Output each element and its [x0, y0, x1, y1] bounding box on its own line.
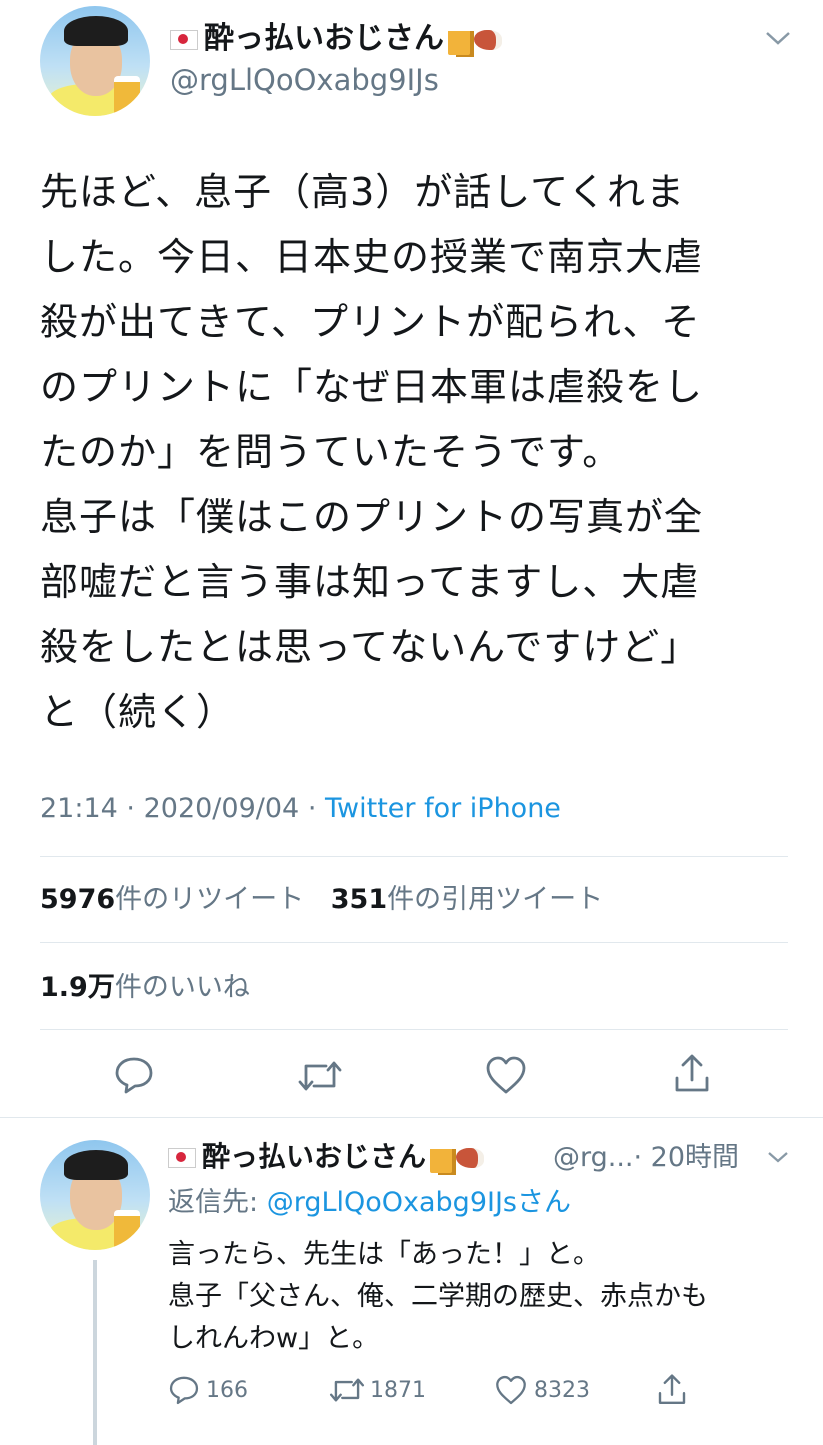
tweet-time[interactable]: 21:14 [40, 793, 118, 824]
tweet-text-line: 言ったら、先生は「あった！」と。 [168, 1239, 600, 1270]
tweet-text-line: のプリントに「なぜ日本軍は虐殺をし [40, 365, 704, 409]
tweet-text-line: 殺をしたとは思ってないんですけど」 [40, 625, 700, 669]
reply-author-handle[interactable]: @rg... [553, 1142, 634, 1173]
retweet-icon[interactable] [296, 1056, 344, 1096]
tweet-text: 先ほど、息子（高3）が話してくれま した。今日、日本史の授業で南京大虐 殺が出て… [40, 160, 703, 745]
replying-to-handle-link[interactable]: @rgLlQoOxabg9IJsさん [267, 1187, 571, 1218]
chevron-down-icon[interactable] [766, 1148, 790, 1166]
reply-like-action[interactable]: 8323 [494, 1374, 590, 1406]
share-icon[interactable] [656, 1372, 688, 1408]
divider [40, 1029, 788, 1030]
divider [40, 942, 788, 943]
meat-on-bone-icon [456, 1148, 485, 1168]
reply-retweet-action[interactable]: 1871 [328, 1374, 426, 1406]
meat-on-bone-icon [474, 29, 502, 50]
reply-tweet-text: 言ったら、先生は「あった！」と。 息子「父さん、俺、二学期の歴史、赤点かも しれ… [168, 1234, 708, 1360]
tweet-text-line: 殺が出てきて、プリントが配られ、そ [40, 300, 701, 344]
like-icon [494, 1374, 528, 1406]
tweet-text-line: した。今日、日本史の授業で南京大虐 [40, 235, 704, 279]
reply-time-ago[interactable]: · 20時間 [634, 1142, 740, 1173]
tweet-text-line: 先ほど、息子（高3）が話してくれま [40, 170, 685, 214]
beer-mug-icon [448, 24, 470, 55]
tweet-text-line: 息子は「僕はこのプリントの写真が全 [40, 495, 704, 539]
flag-japan-icon [170, 29, 198, 50]
like-icon[interactable] [484, 1054, 528, 1096]
reply-icon [168, 1374, 200, 1406]
retweet-count: 1871 [370, 1377, 426, 1403]
tweet-date[interactable]: 2020/09/04 [144, 793, 300, 824]
reply-icon[interactable] [113, 1054, 155, 1096]
share-icon[interactable] [672, 1052, 712, 1096]
thread-line [93, 1260, 97, 1445]
author-handle[interactable]: @rgLlQoOxabg9IJs [170, 62, 439, 98]
tweet-text-line: と（続く） [40, 690, 236, 734]
tweet-text-line: 息子「父さん、俺、二学期の歴史、赤点かも [168, 1281, 708, 1312]
reply-author-avatar[interactable] [40, 1140, 150, 1250]
tweet-source-link[interactable]: Twitter for iPhone [325, 793, 561, 824]
meta-separator: · [126, 793, 135, 824]
reply-author-display-name[interactable]: 酔っ払いおじさん [168, 1138, 485, 1176]
reply-reply-action[interactable]: 166 [168, 1374, 248, 1406]
author-avatar[interactable] [40, 6, 150, 116]
tweet-text-line: 部嘘だと言う事は知ってますし、大虐 [40, 560, 700, 604]
quotes-stat[interactable]: 351件の引用ツイート [331, 884, 603, 915]
tweet-text-line: たのか」を問うていたそうです。 [40, 430, 622, 474]
retweet-icon [328, 1374, 366, 1406]
reply-header-meta: @rg...· 20時間 [553, 1140, 739, 1176]
replying-to: 返信先: @rgLlQoOxabg9IJsさん [168, 1187, 571, 1218]
tweet-text-line: しれんわw」と。 [168, 1323, 380, 1354]
likes-stat[interactable]: 1.9万件のいいね [40, 968, 250, 1008]
divider [40, 856, 788, 857]
like-count: 8323 [534, 1377, 590, 1403]
author-display-name[interactable]: 酔っ払いおじさん [170, 20, 502, 58]
beer-mug-icon [430, 1143, 453, 1173]
flag-japan-icon [168, 1148, 196, 1168]
reply-count: 166 [206, 1377, 248, 1403]
section-divider [0, 1117, 823, 1118]
chevron-down-icon[interactable] [764, 28, 792, 48]
retweet-quote-counts: 5976件のリツイート 351件の引用ツイート [40, 880, 603, 920]
retweets-stat[interactable]: 5976件のリツイート [40, 884, 304, 915]
tweet-timestamp: 21:14 · 2020/09/04 · Twitter for iPhone [40, 790, 561, 828]
meta-separator: · [307, 793, 317, 824]
